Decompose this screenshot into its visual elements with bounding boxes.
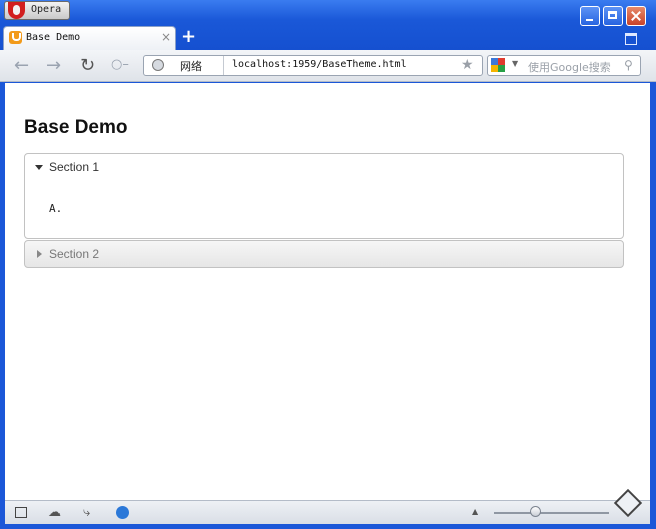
star-icon[interactable]: ★ <box>461 57 474 73</box>
magnifier-icon[interactable]: ⚲ <box>624 58 633 72</box>
speed-icon[interactable] <box>116 506 129 519</box>
navigation-toolbar: ← → ↻ ○– 网络 localhost:1959/BaseTheme.htm… <box>0 50 656 82</box>
tab-base-demo[interactable]: Base Demo × <box>3 26 176 50</box>
page-content: Base Demo Section 1 A. Section 2 <box>5 83 650 500</box>
trash-icon[interactable] <box>625 33 637 45</box>
url-field[interactable]: localhost:1959/BaseTheme.html <box>232 59 407 70</box>
address-bar[interactable]: 网络 localhost:1959/BaseTheme.html ★ <box>143 55 483 76</box>
title-bar: Opera Base Demo × + <box>0 0 656 50</box>
close-window-button[interactable] <box>626 6 646 26</box>
browser-window: Opera Base Demo × + ← → ↻ ○– 网络 localhos… <box>0 0 656 529</box>
tab-favicon-icon <box>9 31 22 44</box>
chevron-down-icon[interactable] <box>35 165 43 170</box>
opera-logo-icon <box>8 2 25 19</box>
section-2-header[interactable]: Section 2 <box>49 247 99 261</box>
panel-icon[interactable] <box>15 507 27 518</box>
zoom-slider-knob[interactable] <box>530 506 541 517</box>
accordion-section-1: Section 1 A. <box>24 153 624 239</box>
reload-icon[interactable]: ↻ <box>80 55 95 76</box>
new-tab-button[interactable]: + <box>181 26 196 47</box>
forward-icon[interactable]: → <box>46 55 61 76</box>
back-icon[interactable]: ← <box>14 55 29 76</box>
cloud-icon[interactable]: ☁ <box>48 505 61 520</box>
section-1-content: A. <box>49 202 63 215</box>
accordion-section-2[interactable]: Section 2 <box>24 240 624 268</box>
google-icon[interactable] <box>491 58 505 72</box>
address-network-label: 网络 <box>180 60 202 73</box>
tab-title: Base Demo <box>26 32 81 43</box>
zoom-slider-track[interactable] <box>494 512 609 514</box>
globe-icon <box>152 59 164 71</box>
unite-icon[interactable]: ⤷ <box>83 505 90 520</box>
status-bar: ☁ ⤷ ▲ <box>5 488 650 524</box>
search-field[interactable]: ▼ 使用Google搜索 ⚲ <box>487 55 641 76</box>
zoom-caret-icon[interactable]: ▲ <box>472 507 478 516</box>
opera-menu-label: Opera <box>31 4 62 15</box>
key-icon[interactable]: ○– <box>111 57 129 72</box>
tab-close-button[interactable]: × <box>161 30 171 44</box>
opera-menu-button[interactable]: Opera <box>4 1 70 20</box>
search-placeholder: 使用Google搜索 <box>528 61 611 74</box>
page-title: Base Demo <box>24 117 128 138</box>
section-1-header[interactable]: Section 1 <box>49 160 99 174</box>
chevron-down-icon[interactable]: ▼ <box>512 59 518 68</box>
chevron-right-icon[interactable] <box>37 250 42 258</box>
minimize-button[interactable] <box>580 6 600 26</box>
maximize-button[interactable] <box>603 6 623 26</box>
address-separator <box>223 56 224 75</box>
